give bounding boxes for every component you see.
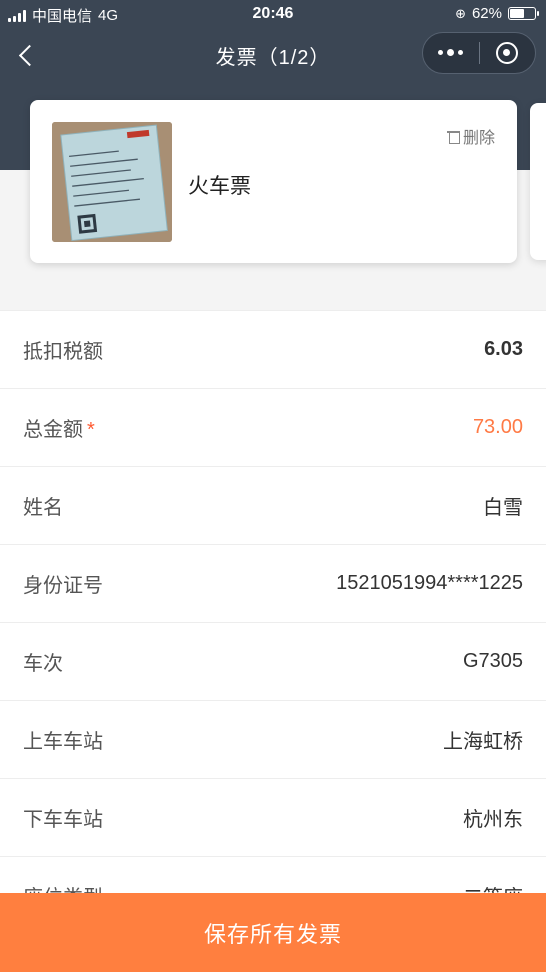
more-dot-icon [458,50,464,55]
battery-level [510,9,524,18]
field-value: 白雪 [483,497,523,519]
field-label: 车次 [23,653,63,675]
field-label: 总金额 [23,419,83,441]
next-invoice-card[interactable] [530,103,546,260]
ticket-photo-icon [52,122,172,242]
battery-percent: 62% [471,5,502,22]
rotation-lock-icon: ⊕ [455,5,466,21]
trash-icon [446,129,460,144]
required-mark: * [87,419,95,441]
field-row-name[interactable]: 姓名 白雪 [0,466,546,544]
save-all-invoices-button[interactable]: 保存所有发票 [0,893,546,972]
more-button[interactable] [423,49,479,56]
field-label: 上车车站 [23,731,103,753]
field-row-departure[interactable]: 上车车站 上海虹桥 [0,700,546,778]
invoice-card[interactable]: 火车票 删除 [30,100,517,263]
delete-button[interactable]: 删除 [446,124,495,148]
field-row-tax[interactable]: 抵扣税额 6.03 [0,310,546,388]
field-label: 抵扣税额 [23,341,103,363]
invoice-fields: 抵扣税额 6.03 总金额 * 73.00 姓名 白雪 身份证号 15210519… [0,310,546,896]
field-row-id[interactable]: 身份证号 1521051994****1225 [0,544,546,622]
more-dot-icon [447,49,455,56]
field-label: 身份证号 [23,575,103,597]
field-label: 姓名 [23,497,63,519]
close-ring-icon [496,42,519,64]
more-dot-icon [438,50,444,55]
delete-label: 删除 [462,130,495,147]
ticket-thumbnail[interactable] [52,122,172,242]
field-value: 73.00 [472,416,523,438]
status-bar: 中国电信 4G 20:46 ⊕ 62% [0,0,546,28]
field-value: G7305 [462,650,523,672]
field-row-total[interactable]: 总金额 * 73.00 [0,388,546,466]
field-value: 上海虹桥 [443,731,523,753]
close-button[interactable] [479,42,535,64]
field-label: 下车车站 [23,809,103,831]
battery-icon [508,7,539,20]
field-row-seat[interactable]: 座位类型 二等座 [0,856,546,896]
field-row-arrival[interactable]: 下车车站 杭州东 [0,778,546,856]
field-value: 杭州东 [463,809,523,831]
ticket-type-label: 火车票 [188,175,251,198]
field-row-train[interactable]: 车次 G7305 [0,622,546,700]
field-value: 6.03 [484,338,523,360]
field-value: 1521051994****1225 [336,572,523,594]
mini-program-capsule [422,32,536,74]
